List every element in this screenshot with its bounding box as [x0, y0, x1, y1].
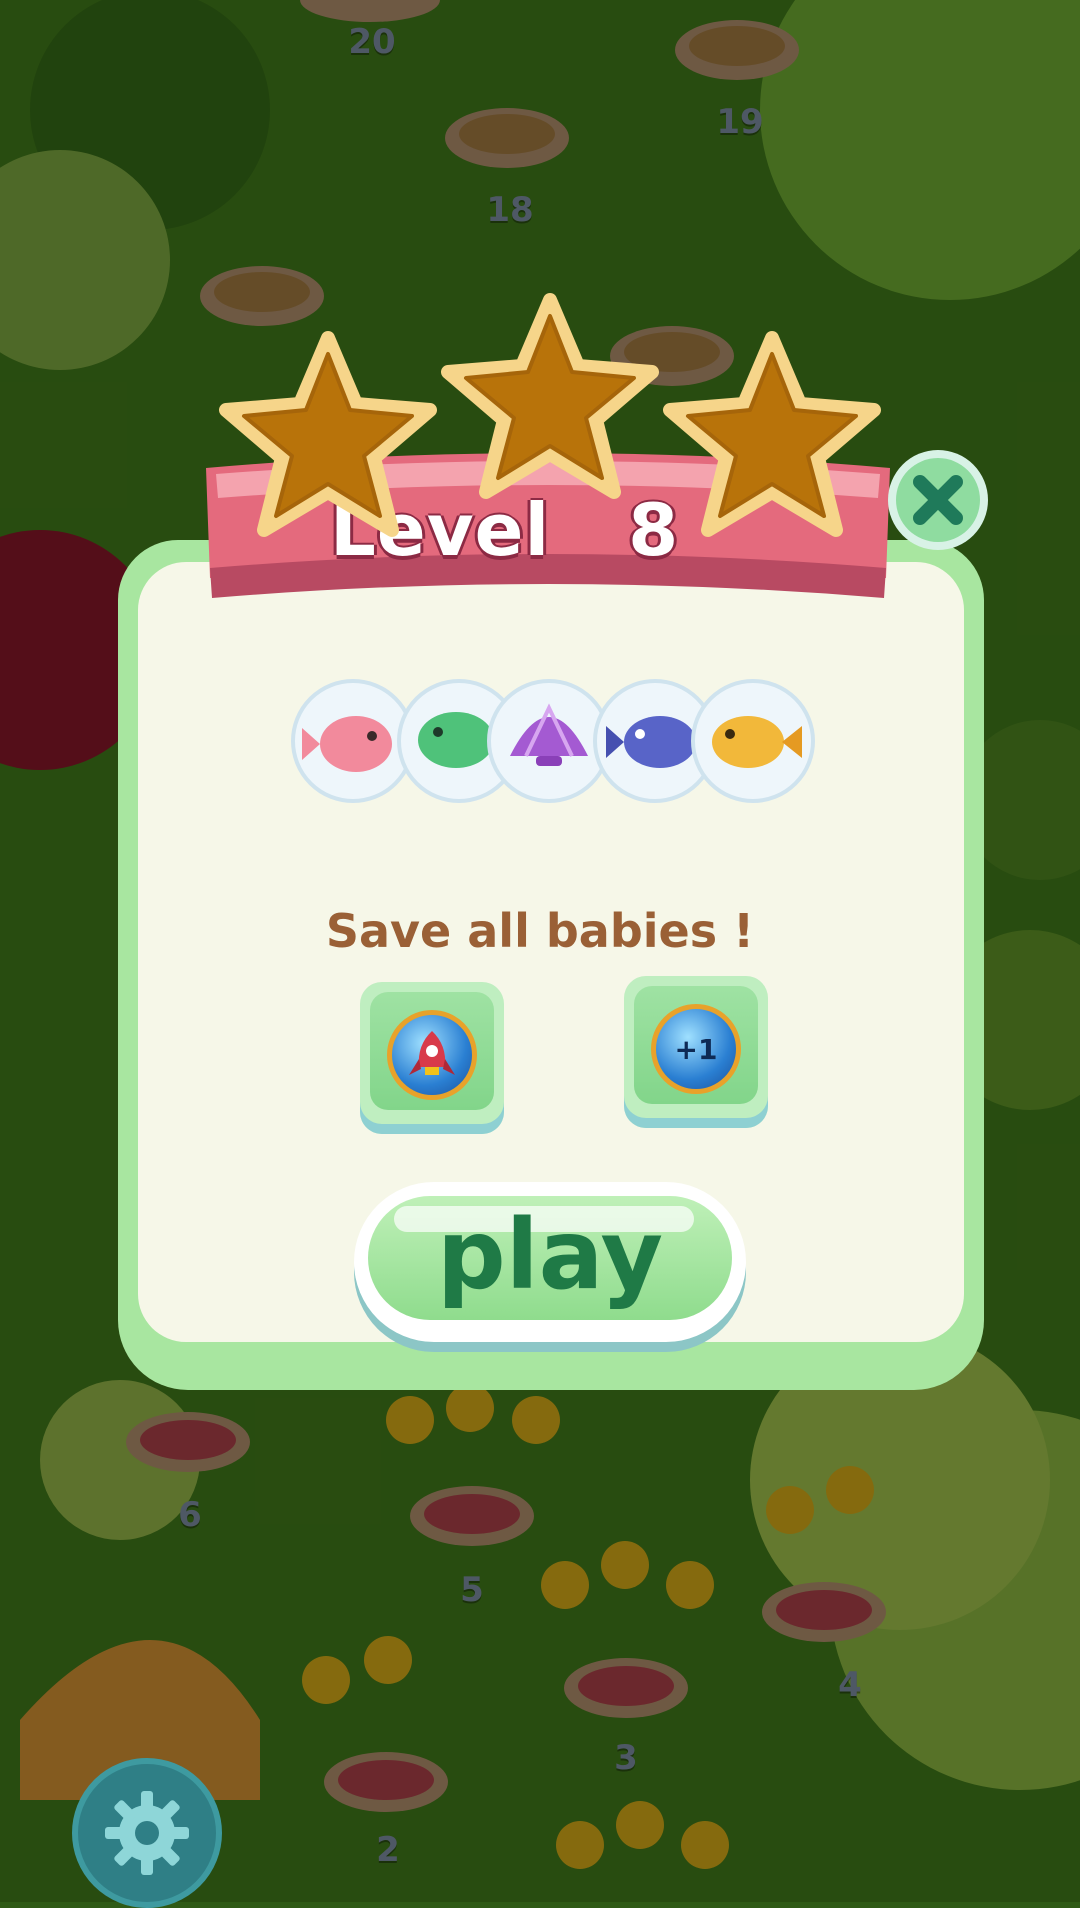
play-button-label: play — [436, 1199, 664, 1311]
plus-one-label: +1 — [674, 1032, 718, 1066]
star-1-icon — [219, 331, 437, 537]
settings-button[interactable] — [72, 1758, 222, 1908]
close-button[interactable] — [886, 448, 990, 552]
gear-icon — [105, 1791, 189, 1875]
plus-one-booster-icon: +1 — [651, 1004, 741, 1094]
play-button[interactable]: play — [354, 1182, 746, 1342]
yellow-fish-icon — [691, 679, 815, 803]
star-2-icon — [441, 293, 659, 499]
booster-slot-rocket[interactable] — [360, 982, 504, 1134]
star-3-icon — [663, 331, 881, 537]
rocket-booster-icon — [387, 1010, 477, 1100]
booster-slot-extra-move[interactable]: +1 — [624, 976, 768, 1128]
goal-text: Save all babies ! — [325, 904, 755, 958]
